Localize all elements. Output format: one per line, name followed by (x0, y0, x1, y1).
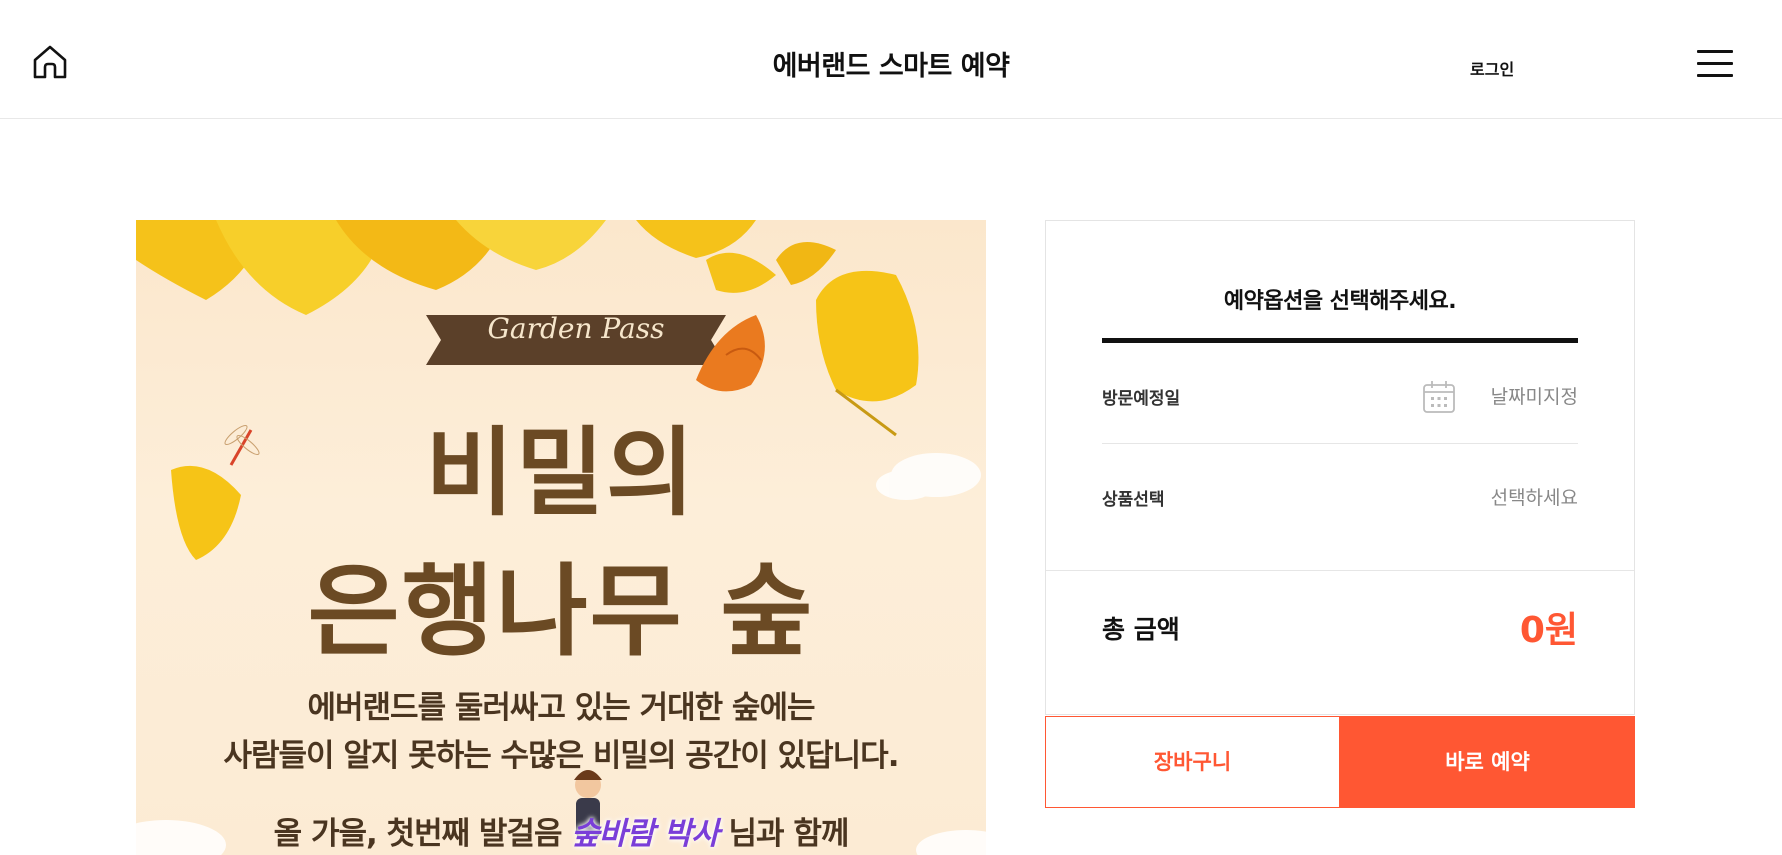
login-link[interactable]: 로그인 (1470, 56, 1514, 80)
home-button[interactable] (30, 42, 70, 82)
reservation-panel: 예약옵션을 선택해주세요. 방문예정일 날짜미지정 상품선택 선택하세요 총 금… (1045, 220, 1635, 715)
visit-date-value[interactable]: 날짜미지정 (1491, 382, 1578, 409)
banner-nickname: 숲바람 박사 (571, 816, 719, 852)
banner-text-line3: 올 가을, 첫번째 발걸음 숲바람 박사 님과 함께 (136, 808, 986, 853)
top-header: 에버랜드 스마트 예약 로그인 (0, 0, 1782, 119)
product-select-row[interactable]: 상품선택 선택하세요 (1102, 445, 1578, 545)
home-icon (33, 45, 67, 79)
panel-heading: 예약옵션을 선택해주세요. (1223, 289, 1457, 314)
product-banner-image: Garden Pass 비밀의 은행나무 숲 에버랜드를 둘러싸고 있는 거대한… (136, 220, 986, 855)
banner-text-prefix: 올 가을, 첫번째 발걸음 (273, 816, 563, 852)
visit-date-label: 방문예정일 (1102, 389, 1181, 409)
banner-title-line2: 은행나무 숲 (307, 552, 815, 670)
calendar-icon[interactable] (1422, 380, 1456, 414)
heading-divider (1102, 338, 1578, 343)
book-now-button[interactable]: 바로 예약 (1340, 716, 1635, 808)
banner-text-line2: 사람들이 알지 못하는 수많은 비밀의 공간이 있답니다. (223, 738, 900, 774)
add-to-cart-button[interactable]: 장바구니 (1045, 716, 1340, 808)
hamburger-menu-icon (1697, 50, 1733, 53)
banner-text-line1: 에버랜드를 둘러싸고 있는 거대한 숲에는 (307, 690, 815, 726)
banner-ribbon-text: Garden Pass (487, 312, 665, 345)
total-divider (1046, 570, 1634, 571)
banner-text-suffix: 님과 함께 (728, 816, 849, 852)
menu-button[interactable] (1695, 48, 1735, 80)
total-amount-label: 총 금액 (1102, 615, 1180, 644)
total-amount-value: 0원 (1519, 610, 1578, 651)
hamburger-line (1697, 62, 1733, 65)
visit-date-row[interactable]: 방문예정일 날짜미지정 (1102, 344, 1578, 444)
page-title: 에버랜드 스마트 예약 (772, 51, 1010, 82)
hamburger-line (1697, 74, 1733, 77)
banner-title-line1: 비밀의 (425, 416, 697, 529)
product-select-label: 상품선택 (1102, 490, 1165, 510)
product-select-value[interactable]: 선택하세요 (1491, 483, 1578, 510)
